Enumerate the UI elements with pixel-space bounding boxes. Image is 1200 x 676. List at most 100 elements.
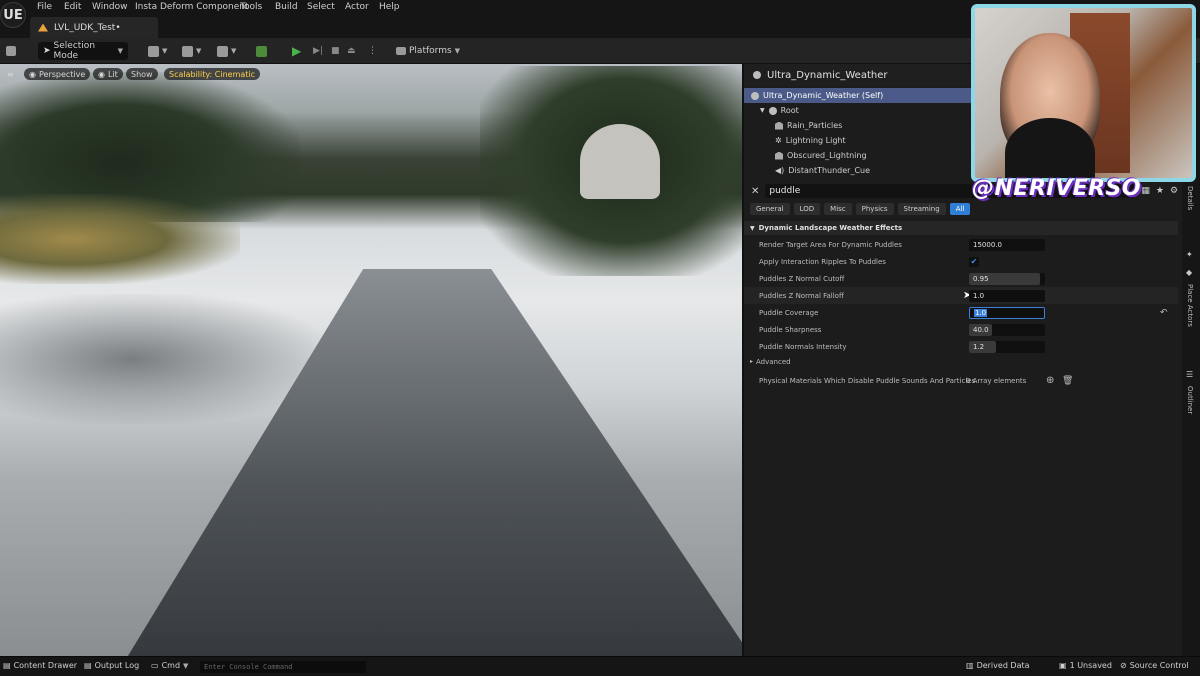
content-drawer-icon: ▤: [3, 661, 11, 670]
property-value: 0.95: [973, 274, 989, 283]
blueprint-button[interactable]: ▼: [182, 42, 201, 60]
more-icon: ⋮: [368, 46, 377, 56]
property-row: Puddle Normals Intensity 1.2: [744, 338, 1178, 355]
lit-button[interactable]: ◉ Lit: [93, 68, 123, 80]
menu-tools[interactable]: Tools: [240, 2, 262, 12]
property-label: Puddles Z Normal Cutoff: [759, 274, 845, 283]
property-value: 1.2: [973, 342, 985, 351]
save-icon[interactable]: [6, 42, 16, 60]
property-label: Puddles Z Normal Falloff: [759, 291, 844, 300]
tab-lod[interactable]: LOD: [793, 203, 821, 215]
clapper-icon: [217, 45, 228, 57]
level-tab[interactable]: LVL_UDK_Test•: [30, 17, 158, 38]
property-value-field[interactable]: 1.0: [969, 306, 1045, 319]
platforms-dropdown[interactable]: Platforms ▼: [396, 42, 466, 60]
scalability-badge[interactable]: Scalability: Cinematic: [164, 68, 261, 80]
stop-button[interactable]: ■: [331, 42, 340, 60]
property-value-field[interactable]: 0.95: [969, 272, 1045, 285]
tab-misc[interactable]: Misc: [824, 203, 852, 215]
component-label: Rain_Particles: [787, 121, 843, 130]
add-element-icon[interactable]: ⊕: [1046, 375, 1054, 386]
chevron-down-icon: ▼: [454, 47, 461, 55]
place-actors-side-tab[interactable]: Place Actors: [1186, 284, 1194, 327]
eject-button[interactable]: ⏏: [347, 42, 356, 60]
actor-icon: [751, 91, 759, 100]
menu-edit[interactable]: Edit: [64, 2, 81, 12]
add-actor-button[interactable]: ▼: [148, 42, 167, 60]
mode-icon: [256, 45, 267, 57]
unreal-logo-icon[interactable]: UE: [0, 2, 26, 28]
menu-build[interactable]: Build: [275, 2, 298, 12]
perspective-button[interactable]: ◉ Perspective: [24, 68, 91, 80]
tab-general[interactable]: General: [750, 203, 790, 215]
play-options-button[interactable]: ⋮: [368, 42, 377, 60]
gear-icon[interactable]: ⚙: [1170, 186, 1178, 196]
property-label: Puddle Sharpness: [759, 325, 822, 334]
tab-physics[interactable]: Physics: [855, 203, 894, 215]
property-value-field[interactable]: 1.0: [969, 289, 1045, 302]
property-row: Render Target Area For Dynamic Puddles 1…: [744, 236, 1178, 253]
tab-streaming[interactable]: Streaming: [897, 203, 946, 215]
menu-select[interactable]: Select: [307, 2, 335, 12]
platforms-label: Platforms: [409, 46, 452, 56]
selection-mode-dropdown[interactable]: ➤ Selection Mode ▼: [38, 41, 128, 61]
menu-actor[interactable]: Actor: [345, 2, 369, 12]
property-label: Puddle Normals Intensity: [759, 342, 847, 351]
close-icon[interactable]: ✕: [751, 186, 759, 197]
streamer-handle: @NERIVERSO: [972, 176, 1142, 201]
unsaved-label: 1 Unsaved: [1069, 661, 1112, 670]
level-viewport[interactable]: ≡ ◉ Perspective ◉ Lit Show Scalability: …: [0, 64, 742, 656]
section-title: Dynamic Landscape Weather Effects: [758, 224, 903, 232]
star-icon[interactable]: ★: [1156, 186, 1164, 196]
property-value-field[interactable]: 40.0: [969, 323, 1045, 336]
tab-all[interactable]: All: [949, 203, 971, 215]
modes-button[interactable]: [256, 42, 267, 60]
step-icon: ▶|: [313, 46, 323, 56]
grid-icon[interactable]: ▦: [1141, 186, 1150, 196]
play-button[interactable]: ▶: [292, 42, 306, 60]
cinematics-button[interactable]: ▼: [217, 42, 236, 60]
array-count: 0 Array elements: [966, 376, 1027, 385]
step-button[interactable]: ▶|: [313, 42, 323, 60]
advanced-section[interactable]: ▸ Advanced: [750, 358, 791, 366]
details-side-tab[interactable]: Details: [1186, 186, 1194, 210]
console-input[interactable]: Enter Console Command: [200, 661, 366, 673]
trash-icon[interactable]: 🗑: [1062, 376, 1073, 386]
source-control-button[interactable]: ⊘ Source Control: [1120, 661, 1189, 670]
cmd-dropdown[interactable]: ▭ Cmd ▼: [151, 661, 188, 670]
pin-icon[interactable]: ✦: [1186, 250, 1193, 259]
reset-icon[interactable]: ↶: [1160, 308, 1168, 318]
level-icon: [38, 23, 48, 32]
scalability-label: Scalability: Cinematic: [169, 69, 256, 79]
chevron-right-icon: ▸: [750, 358, 754, 365]
menu-insta-deform[interactable]: Insta Deform Component: [135, 2, 249, 12]
side-tab-strip: Details ✦ ◆ Place Actors ☰ Outliner: [1182, 180, 1200, 656]
component-label: Ultra_Dynamic_Weather (Self): [763, 91, 884, 100]
property-value-field[interactable]: 15000.0: [969, 238, 1045, 251]
show-button[interactable]: Show: [126, 68, 158, 80]
viewport-menu-icon[interactable]: ≡: [2, 68, 19, 80]
property-value-field[interactable]: 1.2: [969, 340, 1045, 353]
unsaved-button[interactable]: ▣ 1 Unsaved: [1059, 661, 1112, 670]
property-value: 1.0: [974, 308, 988, 317]
property-label: Puddle Coverage: [759, 308, 819, 317]
content-drawer-button[interactable]: ▤ Content Drawer: [3, 661, 77, 670]
menu-file[interactable]: File: [37, 2, 52, 12]
property-checkbox[interactable]: ✔: [969, 256, 979, 267]
show-label: Show: [131, 69, 153, 79]
outliner-side-tab[interactable]: Outliner: [1186, 386, 1194, 414]
cursor-icon: ➤: [43, 46, 51, 56]
menu-window[interactable]: Window: [92, 2, 128, 12]
light-icon: ✲: [775, 136, 782, 145]
chevron-down-icon: ▼: [760, 107, 765, 114]
status-bar: ▤ Content Drawer ▤ Output Log ▭ Cmd ▼ En…: [0, 656, 1200, 676]
derived-data-button[interactable]: ▥ Derived Data: [966, 661, 1030, 670]
scene-icon: [768, 106, 777, 115]
output-log-button[interactable]: ▤ Output Log: [84, 661, 139, 670]
derived-data-label: Derived Data: [976, 661, 1030, 670]
section-header[interactable]: ▼ Dynamic Landscape Weather Effects: [744, 221, 1178, 235]
property-label: Physical Materials Which Disable Puddle …: [759, 376, 976, 385]
content-drawer-label: Content Drawer: [13, 661, 78, 670]
menu-help[interactable]: Help: [379, 2, 400, 12]
rock: [580, 124, 660, 199]
